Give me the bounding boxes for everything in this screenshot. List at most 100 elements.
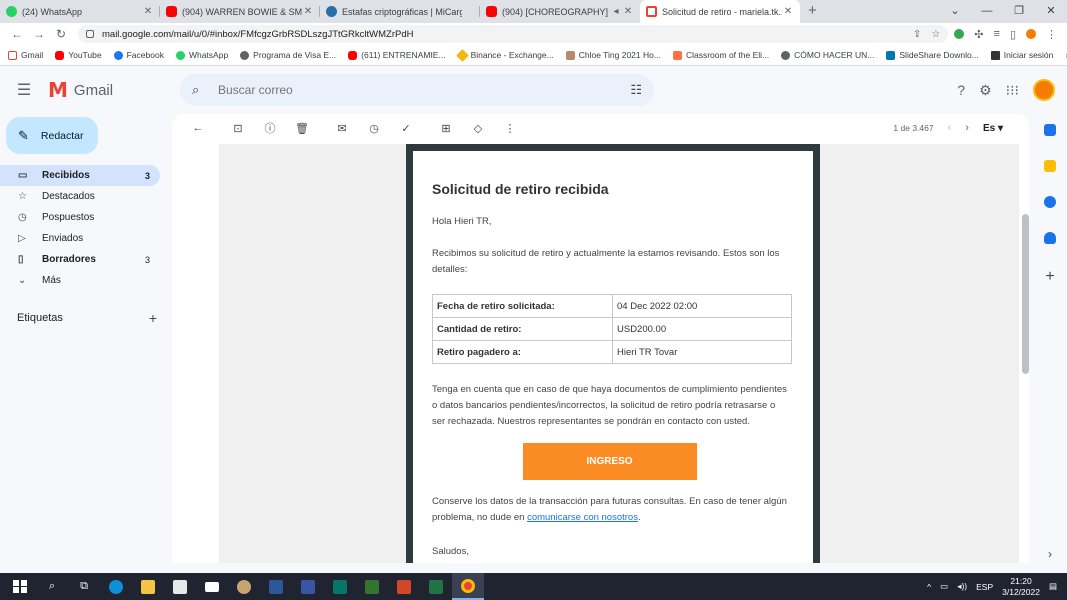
excel-icon[interactable] (420, 573, 452, 600)
share-icon[interactable]: ⇪ (913, 29, 921, 40)
bookmark-item[interactable]: Facebook (113, 50, 164, 60)
tab-gmail[interactable]: Solicitud de retiro - mariela.tk.13 ✕ (640, 0, 800, 23)
back-icon[interactable]: ← (6, 27, 28, 41)
search-options-icon[interactable]: ☷ (630, 82, 642, 98)
close-icon[interactable]: ✕ (302, 6, 314, 17)
mail-app-icon[interactable] (196, 573, 228, 600)
snooze-icon[interactable]: ◷ (358, 122, 390, 135)
tab-whatsapp[interactable]: (24) WhatsApp ✕ (0, 0, 160, 23)
archive-icon[interactable]: ⊡ (222, 122, 254, 135)
tab-youtube-bts[interactable]: (904) [CHOREOGRAPHY] BTS ◂ ✕ (480, 0, 640, 23)
bookmark-item[interactable]: (611) ENTRENAMIE... (348, 50, 446, 60)
bookmark-item[interactable]: Gmail (8, 50, 43, 60)
chevron-left-icon[interactable]: ‹ (948, 122, 952, 134)
scrollbar[interactable] (1022, 214, 1029, 374)
notifications-icon[interactable]: ▤ (1049, 581, 1057, 592)
bookmark-item[interactable]: WhatsApp (175, 50, 228, 60)
paint-icon[interactable] (228, 573, 260, 600)
new-tab-button[interactable]: + (800, 0, 825, 23)
powerpoint-icon[interactable] (388, 573, 420, 600)
tab-youtube-warren[interactable]: (904) WARREN BOWIE & SMITH ✕ (160, 0, 320, 23)
publisher-icon[interactable] (324, 573, 356, 600)
search-input[interactable] (214, 83, 631, 97)
puzzle-icon[interactable]: ✣ (974, 28, 983, 41)
tasks-icon[interactable] (1044, 196, 1056, 208)
reading-list-icon[interactable]: ≡ (994, 28, 1000, 40)
project-icon[interactable] (356, 573, 388, 600)
bookmark-item[interactable]: Classroom of the Eli... (672, 50, 769, 60)
add-task-icon[interactable]: ✓ (390, 122, 422, 135)
tab-search-icon[interactable]: ⌄ (939, 0, 971, 23)
bookmark-item[interactable]: YouTube (55, 50, 102, 60)
sidebar-item-more[interactable]: ⌄ Más (0, 270, 160, 291)
gmail-logo[interactable]: M Gmail (48, 78, 178, 102)
label-icon[interactable]: ◇ (462, 122, 494, 135)
chevron-right-icon[interactable]: › (965, 122, 969, 134)
reload-icon[interactable]: ↻ (50, 27, 72, 41)
bookmark-star-icon[interactable]: ☆ (931, 29, 940, 40)
search-icon[interactable]: ⌕ (192, 82, 214, 98)
chrome-icon[interactable] (452, 573, 484, 600)
edge-icon[interactable] (100, 573, 132, 600)
sidebar-item-drafts[interactable]: ▯ Borradores 3 (0, 249, 160, 270)
task-view-icon[interactable]: ⧉ (68, 573, 100, 600)
apps-grid-icon[interactable]: ⁝⁝⁝ (1006, 82, 1019, 99)
back-arrow-icon[interactable]: ← (182, 122, 214, 134)
contacts-icon[interactable] (1044, 232, 1056, 244)
clock[interactable]: 21:20 3/12/2022 (1002, 576, 1040, 598)
tab-micargo[interactable]: Estafas criptográficas | MiCargoF (320, 0, 480, 23)
language-button[interactable]: Es ▾ (983, 123, 1003, 134)
forward-icon[interactable]: → (28, 27, 50, 41)
bookmark-item[interactable]: SlideShare Downlo... (886, 50, 979, 60)
bookmark-item[interactable]: Iniciar sesión (990, 50, 1053, 60)
visio-icon[interactable] (292, 573, 324, 600)
help-icon[interactable]: ? (957, 82, 965, 98)
report-spam-icon[interactable]: ⓘ (254, 120, 286, 136)
chevron-right-icon[interactable]: › (1048, 547, 1052, 561)
add-addon-icon[interactable]: + (1045, 268, 1054, 286)
minimize-icon[interactable]: — (971, 0, 1003, 23)
sidebar-item-inbox[interactable]: ▭ Recibidos 3 (0, 165, 160, 186)
network-icon[interactable]: ▭ (940, 581, 948, 592)
more-icon[interactable]: ⋮ (1046, 28, 1057, 41)
extension-icon[interactable] (954, 29, 965, 39)
input-language[interactable]: ESP (976, 582, 993, 592)
sidebar-item-sent[interactable]: ▷ Enviados (0, 228, 160, 249)
add-label-icon[interactable]: + (149, 310, 157, 326)
close-icon[interactable]: ✕ (782, 6, 794, 17)
close-icon[interactable]: ✕ (142, 6, 154, 17)
bookmark-item[interactable]: Binance - Exchange... (455, 48, 554, 62)
url-text[interactable]: mail.google.com/mail/u/0/#inbox/FMfcgzGr… (102, 29, 903, 40)
move-to-icon[interactable]: ⊞ (430, 122, 462, 135)
file-explorer-icon[interactable] (132, 573, 164, 600)
gear-icon[interactable]: ⚙ (979, 82, 992, 99)
chevron-up-icon[interactable]: ^ (927, 582, 931, 592)
word-icon[interactable] (260, 573, 292, 600)
compose-button[interactable]: ✎ Redactar (6, 117, 98, 154)
menu-icon[interactable]: ☰ (0, 80, 48, 100)
store-icon[interactable] (164, 573, 196, 600)
contact-link[interactable]: comunicarse con nosotros (527, 512, 638, 523)
avatar[interactable] (1033, 79, 1055, 101)
sidebar-item-snoozed[interactable]: ◷ Pospuestos (0, 207, 160, 228)
omnibox[interactable]: mail.google.com/mail/u/0/#inbox/FMfcgzGr… (78, 25, 949, 43)
bookmark-item[interactable]: Chloe Ting 2021 Ho... (565, 50, 661, 60)
volume-icon[interactable]: ◂)) (957, 581, 967, 592)
mark-unread-icon[interactable]: ✉ (326, 122, 358, 135)
bookmark-item[interactable]: Programa de Visa E... (240, 50, 336, 60)
restore-icon[interactable]: ❐ (1003, 0, 1035, 23)
sidebar-item-starred[interactable]: ☆ Destacados (0, 186, 160, 207)
ingreso-button[interactable]: INGRESO (522, 443, 697, 480)
keep-icon[interactable] (1044, 160, 1056, 172)
taskbar-search-icon[interactable]: ⌕ (36, 573, 68, 600)
calendar-icon[interactable] (1044, 124, 1056, 136)
bookmark-item[interactable]: CÓMO HACER UN... (781, 50, 874, 60)
side-panel-icon[interactable]: ▯ (1010, 28, 1016, 41)
profile-avatar[interactable] (1026, 29, 1036, 39)
close-icon[interactable]: ✕ (622, 6, 634, 17)
start-button[interactable] (4, 573, 36, 600)
close-window-icon[interactable]: ✕ (1035, 0, 1067, 23)
speaker-icon[interactable]: ◂ (610, 6, 622, 17)
more-vert-icon[interactable]: ⋮ (494, 122, 526, 135)
trash-icon[interactable]: 🗑︎ (286, 122, 318, 135)
